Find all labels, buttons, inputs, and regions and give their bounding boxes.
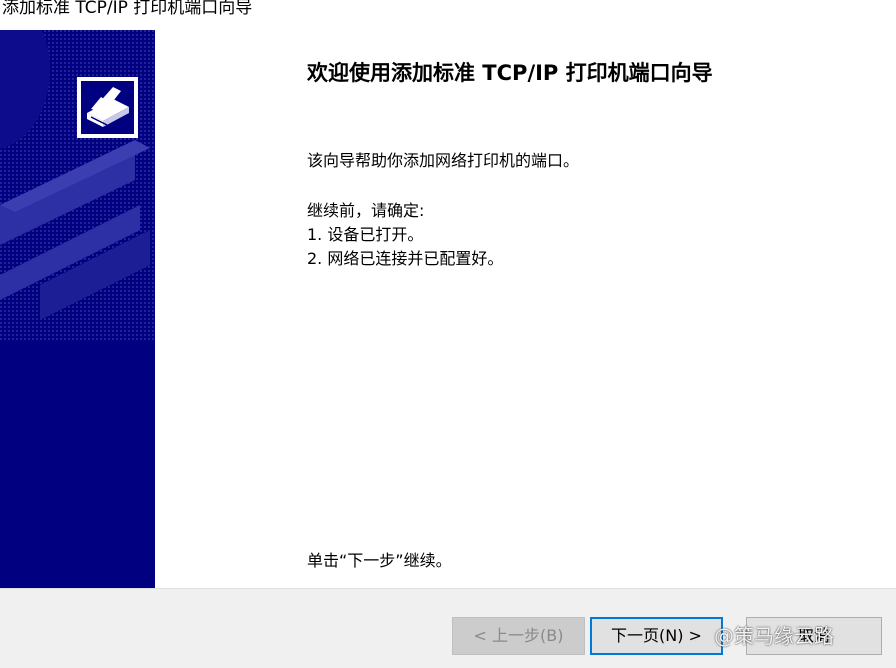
footer-note: 单击“下一步”继续。 — [307, 551, 452, 570]
before-label: 继续前，请确定: — [307, 201, 425, 220]
window-title: 添加标准 TCP/IP 打印机端口向导 — [2, 0, 253, 18]
watermark: @策马缘云路 — [714, 624, 834, 648]
intro-text: 该向导帮助你添加网络打印机的端口。 — [307, 151, 580, 170]
printer-wizard-icon — [77, 77, 138, 138]
step-item: 1. 设备已打开。 — [307, 225, 424, 244]
wizard-banner — [0, 30, 155, 588]
next-button[interactable]: 下一页(N) > — [590, 617, 723, 655]
back-button[interactable]: < 上一步(B) — [452, 617, 585, 655]
title-bar: 添加标准 TCP/IP 打印机端口向导 — [0, 0, 896, 30]
wizard-window: 添加标准 TCP/IP 打印机端口向导 欢迎使用添加标准 TCP/IP 打印机端… — [0, 0, 896, 668]
wizard-content: 欢迎使用添加标准 TCP/IP 打印机端口向导 该向导帮助你添加网络打印机的端口… — [155, 30, 896, 588]
step-item: 2. 网络已连接并已配置好。 — [307, 249, 504, 268]
wizard-heading: 欢迎使用添加标准 TCP/IP 打印机端口向导 — [307, 61, 713, 85]
